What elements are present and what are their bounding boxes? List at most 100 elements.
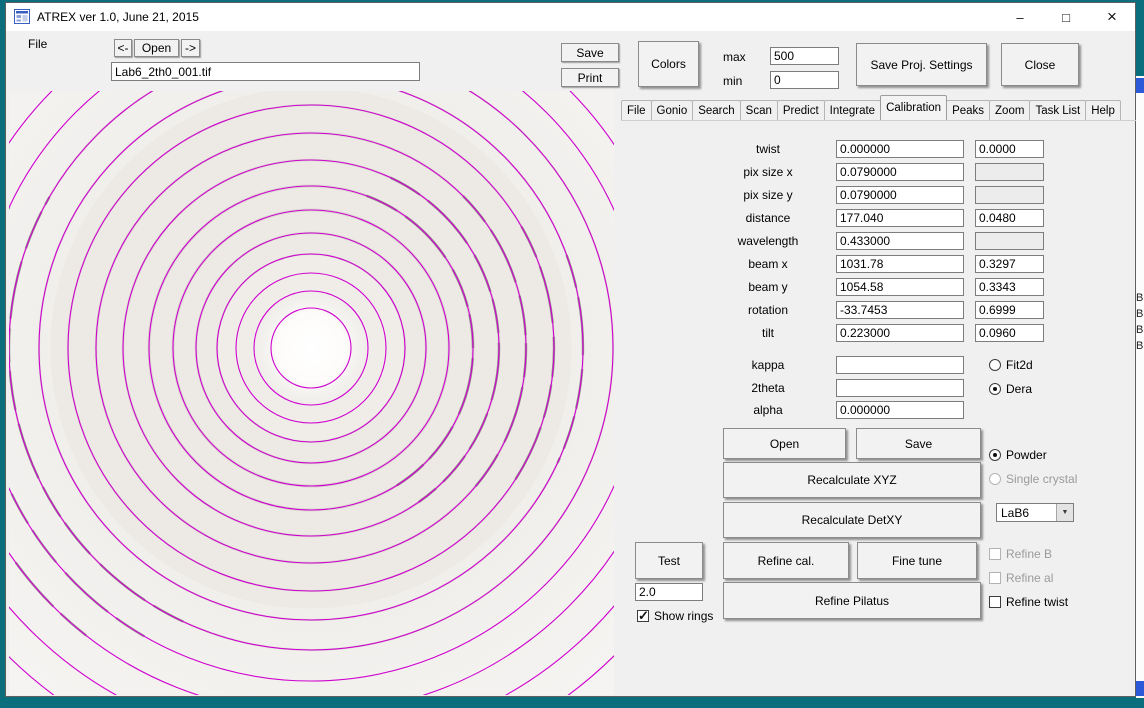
maximize-button[interactable]: □	[1043, 3, 1089, 31]
param-input-wavelength[interactable]	[836, 232, 964, 250]
refine-twist-checkbox[interactable]: Refine twist	[989, 595, 1068, 609]
tab-gonio[interactable]: Gonio	[651, 100, 694, 120]
max-label: max	[723, 50, 746, 64]
recalculate-detxy-button[interactable]: Recalculate DetXY	[723, 502, 981, 538]
tab-help[interactable]: Help	[1085, 100, 1121, 120]
param-label-2theta: 2theta	[708, 381, 828, 395]
atrex-window: ATREX ver 1.0, June 21, 2015 – □ × File …	[5, 2, 1136, 697]
param-input-beam-y[interactable]	[836, 278, 964, 296]
prev-image-button[interactable]: <-	[114, 39, 132, 57]
param-input-pix-size-y[interactable]	[836, 186, 964, 204]
tab-task-list[interactable]: Task List	[1029, 100, 1086, 120]
menu-file[interactable]: File	[28, 37, 47, 51]
edge-letter: B	[1136, 292, 1143, 304]
param-label-kappa: kappa	[708, 358, 828, 372]
diffraction-image[interactable]	[9, 91, 614, 695]
save-button[interactable]: Save	[561, 43, 619, 62]
edge-letter: B	[1136, 340, 1143, 352]
param-input-2theta[interactable]	[836, 379, 964, 397]
radio-powder[interactable]: Powder	[989, 448, 1047, 462]
param-esd-twist[interactable]	[975, 140, 1044, 158]
tab-scan[interactable]: Scan	[740, 100, 778, 120]
cal-save-button[interactable]: Save	[856, 428, 981, 459]
next-image-button[interactable]: ->	[181, 39, 200, 57]
recalculate-xyz-button[interactable]: Recalculate XYZ	[723, 462, 981, 498]
open-file-button[interactable]: Open	[134, 39, 179, 57]
tab-file[interactable]: File	[621, 100, 652, 120]
checkbox-label: Refine B	[1006, 547, 1052, 561]
param-input-pix-size-x[interactable]	[836, 163, 964, 181]
fine-tune-button[interactable]: Fine tune	[857, 542, 977, 579]
standard-select[interactable]: LaB6 ▼	[996, 503, 1074, 522]
param-input-rotation[interactable]	[836, 301, 964, 319]
radio-icon	[989, 383, 1001, 395]
param-esd-pix-size-y[interactable]	[975, 186, 1044, 204]
cal-open-button[interactable]: Open	[723, 428, 846, 459]
param-input-beam-x[interactable]	[836, 255, 964, 273]
edge-letter: B	[1136, 324, 1143, 336]
refine-cal-button[interactable]: Refine cal.	[723, 542, 849, 579]
radio-label: Single crystal	[1006, 472, 1077, 486]
tab-zoom[interactable]: Zoom	[989, 100, 1030, 120]
tab-calibration[interactable]: Calibration	[880, 95, 947, 120]
param-esd-rotation[interactable]	[975, 301, 1044, 319]
filename-input[interactable]	[111, 62, 420, 81]
checkbox-label: Show rings	[654, 609, 713, 623]
radio-icon	[989, 449, 1001, 461]
tab-integrate[interactable]: Integrate	[824, 100, 881, 120]
param-label-pix-size-y: pix size y	[708, 188, 828, 202]
window-title: ATREX ver 1.0, June 21, 2015	[37, 10, 199, 24]
checkbox-icon	[989, 596, 1001, 608]
test-button[interactable]: Test	[635, 542, 703, 579]
refine-al-checkbox[interactable]: Refine al	[989, 571, 1053, 585]
param-input-tilt[interactable]	[836, 324, 964, 342]
param-esd-beam-y[interactable]	[975, 278, 1044, 296]
radio-dera[interactable]: Dera	[989, 382, 1032, 396]
checkbox-label: Refine twist	[1006, 595, 1068, 609]
max-input[interactable]	[770, 47, 839, 65]
radio-label: Dera	[1006, 382, 1032, 396]
radio-fit2d[interactable]: Fit2d	[989, 358, 1033, 372]
tab-search[interactable]: Search	[692, 100, 740, 120]
radio-icon	[989, 359, 1001, 371]
param-label-twist: twist	[708, 142, 828, 156]
standard-select-value: LaB6	[997, 506, 1056, 520]
param-label-alpha: alpha	[708, 403, 828, 417]
refine-pilatus-button[interactable]: Refine Pilatus	[723, 582, 981, 619]
param-input-kappa[interactable]	[836, 356, 964, 374]
edge-letter: B	[1136, 308, 1143, 320]
close-app-button[interactable]: Close	[1001, 43, 1079, 86]
window-controls: – □ ×	[997, 3, 1135, 31]
titlebar: ATREX ver 1.0, June 21, 2015 – □ ×	[6, 3, 1135, 31]
param-esd-wavelength[interactable]	[975, 232, 1044, 250]
radio-single-crystal[interactable]: Single crystal	[989, 472, 1077, 486]
close-window-button[interactable]: ×	[1089, 3, 1135, 31]
param-input-distance[interactable]	[836, 209, 964, 227]
edge-bar-top	[1136, 78, 1144, 93]
min-label: min	[723, 74, 742, 88]
checkbox-icon	[989, 548, 1001, 560]
min-input[interactable]	[770, 71, 839, 89]
param-label-distance: distance	[708, 211, 828, 225]
param-label-wavelength: wavelength	[708, 234, 828, 248]
param-label-beam-x: beam x	[708, 257, 828, 271]
print-button[interactable]: Print	[561, 68, 619, 87]
param-esd-tilt[interactable]	[975, 324, 1044, 342]
param-input-twist[interactable]	[836, 140, 964, 158]
param-input-alpha[interactable]	[836, 401, 964, 419]
edge-bar-bottom	[1136, 681, 1144, 696]
minimize-button[interactable]: –	[997, 3, 1043, 31]
param-esd-pix-size-x[interactable]	[975, 163, 1044, 181]
save-proj-settings-button[interactable]: Save Proj. Settings	[856, 43, 987, 86]
tab-predict[interactable]: Predict	[777, 100, 825, 120]
chevron-down-icon: ▼	[1056, 504, 1073, 521]
param-esd-distance[interactable]	[975, 209, 1044, 227]
refine-b-checkbox[interactable]: Refine B	[989, 547, 1052, 561]
param-esd-beam-x[interactable]	[975, 255, 1044, 273]
diffraction-rings-svg	[9, 91, 614, 695]
tab-peaks[interactable]: Peaks	[946, 100, 990, 120]
threshold-input[interactable]	[635, 583, 703, 601]
colors-button[interactable]: Colors	[638, 41, 699, 87]
show-rings-checkbox[interactable]: Show rings	[637, 609, 713, 623]
app-icon	[14, 9, 30, 25]
